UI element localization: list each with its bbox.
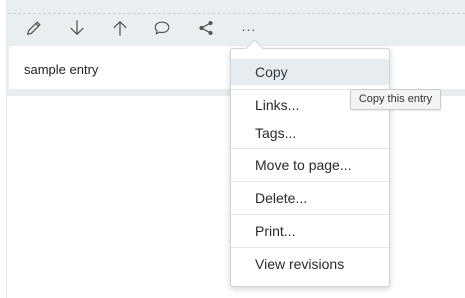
move-down-button[interactable] <box>65 16 89 40</box>
card-top-border <box>8 13 465 14</box>
ellipsis-icon: ... <box>241 18 257 34</box>
move-up-button[interactable] <box>108 16 132 40</box>
entry-options-menu: Copy Links... Tags... Move to page... De… <box>230 39 390 287</box>
menu-divider <box>231 181 389 182</box>
copy-tooltip: Copy this entry <box>350 89 441 110</box>
menu-divider <box>231 214 389 215</box>
menu-divider <box>231 247 389 248</box>
pencil-icon <box>27 21 41 35</box>
edit-button[interactable] <box>22 16 46 40</box>
menu-item-move-to-page[interactable]: Move to page... <box>231 152 389 178</box>
share-button[interactable] <box>194 16 218 40</box>
more-options-button[interactable]: ... <box>237 16 261 40</box>
share-icon <box>199 20 213 36</box>
comment-button[interactable] <box>150 16 174 40</box>
menu-item-delete[interactable]: Delete... <box>231 185 389 211</box>
menu-item-view-revisions[interactable]: View revisions <box>231 251 389 277</box>
menu-item-copy[interactable]: Copy <box>231 59 389 85</box>
arrow-up-icon <box>113 21 127 36</box>
speech-bubble-icon <box>154 21 170 35</box>
entry-text: sample entry <box>24 62 99 77</box>
menu-item-tags[interactable]: Tags... <box>231 120 389 146</box>
arrow-down-icon <box>70 20 84 35</box>
menu-divider <box>231 148 389 149</box>
menu-item-print[interactable]: Print... <box>231 218 389 244</box>
